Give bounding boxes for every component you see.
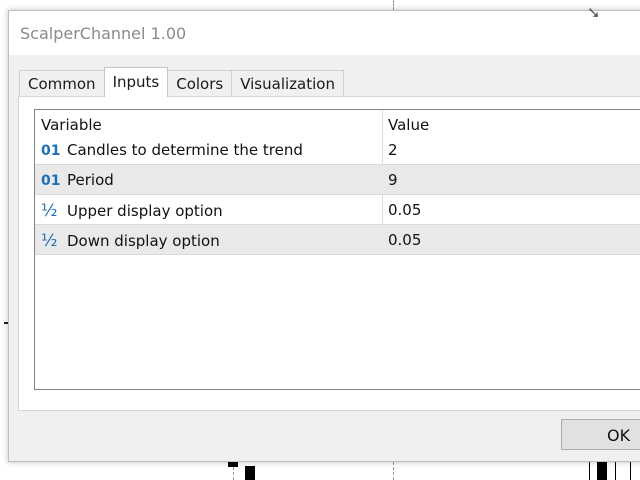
double-type-icon: ½ (41, 231, 58, 251)
dialog-title: ScalperChannel 1.00 (20, 24, 187, 43)
chart-candle-wick (615, 462, 616, 480)
variable-cell: 01 Candles to determine the trend (41, 141, 303, 159)
variable-name: Down display option (67, 232, 220, 250)
double-type-icon: ½ (41, 201, 58, 221)
value-cell[interactable]: 0.05 (388, 201, 421, 219)
value-cell[interactable]: 2 (388, 141, 398, 159)
table-row[interactable]: 01 Candles to determine the trend 2 (35, 135, 640, 165)
tab-colors[interactable]: Colors (167, 70, 233, 97)
cursor-arrow-icon: ➘ (587, 3, 601, 22)
chart-candle-wick (630, 462, 631, 480)
inputs-panel: Variable Value 01 Candles to determine th… (18, 96, 640, 411)
variable-name: Period (67, 171, 114, 189)
table-row[interactable]: ½ Down display option 0.05 (35, 225, 640, 255)
chart-background: ScalperChannel 1.00 ➘ Common Inputs Colo… (0, 0, 640, 480)
chart-candle-wick (589, 462, 590, 480)
tab-inputs[interactable]: Inputs (103, 67, 169, 97)
tab-bar: Common Inputs Colors Visualization (19, 67, 344, 97)
indicator-properties-dialog: ScalperChannel 1.00 ➘ Common Inputs Colo… (8, 3, 640, 462)
chart-grid-line (393, 462, 394, 480)
integer-type-icon: 01 (41, 173, 61, 189)
value-cell[interactable]: 9 (388, 171, 398, 189)
integer-type-icon: 01 (41, 143, 61, 159)
dialog-titlebar[interactable]: ScalperChannel 1.00 ➘ (9, 3, 640, 55)
header-value[interactable]: Value (388, 116, 429, 134)
table-row[interactable]: 01 Period 9 (35, 165, 640, 195)
tab-visualization[interactable]: Visualization (231, 70, 344, 97)
chart-candle (228, 462, 238, 467)
variable-cell: 01 Period (41, 171, 114, 189)
inputs-table: Variable Value 01 Candles to determine th… (34, 109, 640, 390)
chart-candle (597, 462, 607, 480)
chart-grid-line (393, 0, 394, 10)
table-row[interactable]: ½ Upper display option 0.05 (35, 195, 640, 225)
variable-cell: ½ Upper display option (41, 201, 223, 221)
header-variable[interactable]: Variable (41, 116, 102, 134)
ok-button[interactable]: OK (561, 419, 640, 450)
variable-cell: ½ Down display option (41, 231, 220, 251)
value-cell[interactable]: 0.05 (388, 231, 421, 249)
tab-common[interactable]: Common (19, 70, 105, 97)
variable-name: Upper display option (67, 202, 223, 220)
variable-name: Candles to determine the trend (67, 141, 303, 159)
chart-candle (245, 466, 255, 480)
